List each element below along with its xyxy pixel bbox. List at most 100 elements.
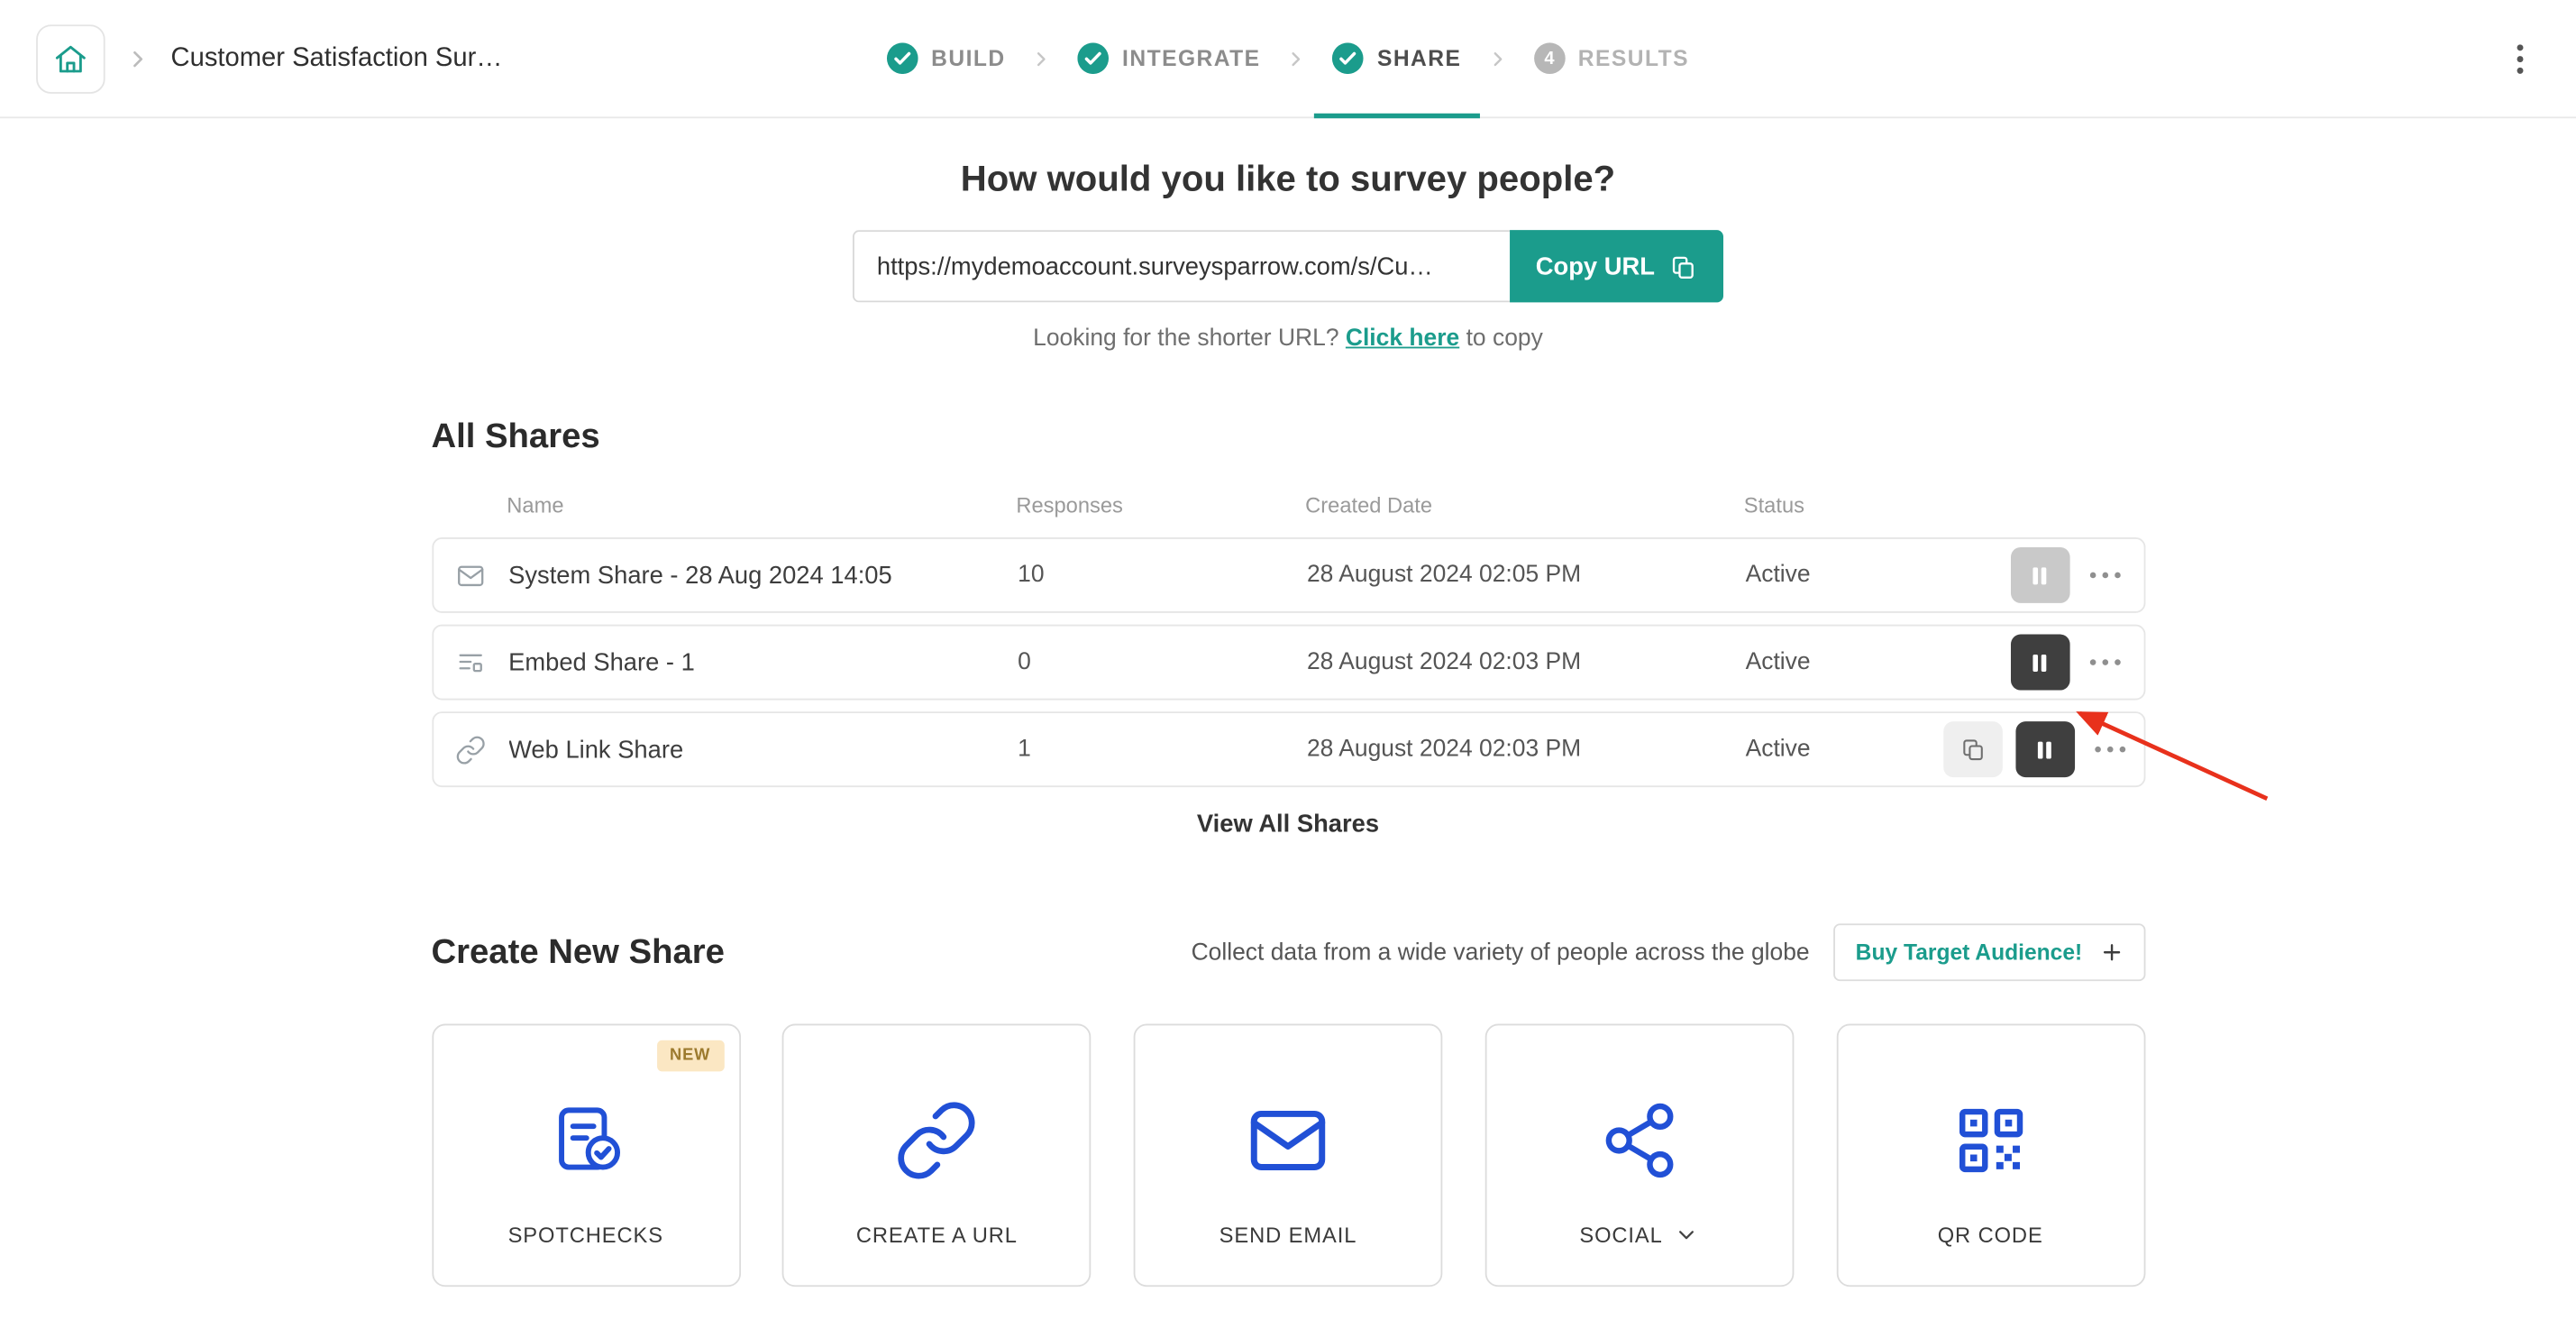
page-title: How would you like to survey people? [431,158,2144,200]
pause-icon [2029,652,2051,674]
share-name: Embed Share - 1 [508,648,1018,676]
card-label-text: SOCIAL [1579,1223,1662,1247]
share-cards: NEW SPOTCHECKS CREATE A URL SEND EMAIL [431,1024,2144,1288]
plus-icon [2098,940,2123,965]
chevron-down-icon[interactable] [1675,1223,1699,1247]
step-results[interactable]: 4 RESULTS [1522,0,1701,116]
buy-target-audience-label: Buy Target Audience! [1856,940,2083,965]
qr-code-icon [1950,1095,2032,1187]
buy-target-audience-button[interactable]: Buy Target Audience! [1834,923,2145,981]
chevron-right-icon [1030,47,1054,70]
table-row-web-link-share: Web Link Share 1 28 August 2024 02:03 PM… [431,711,2144,787]
row-more-options-button[interactable] [2082,649,2126,675]
step-share[interactable]: SHARE [1321,0,1473,116]
new-badge: NEW [656,1040,723,1072]
copy-icon [1669,252,1697,280]
home-button[interactable] [36,23,105,93]
pause-icon [2029,564,2051,586]
step-share-label: SHARE [1377,46,1461,70]
column-status: Status [1744,493,1941,518]
row-more-options-button[interactable] [2082,562,2126,588]
copy-url-button[interactable]: Copy URL [1510,230,1724,302]
copy-share-link-button[interactable] [1942,721,2002,777]
top-header: Customer Satisfaction Sur… BUILD INTEGRA… [0,0,2576,118]
card-label: SEND EMAIL [1219,1223,1357,1247]
shares-table-header: Name Responses Created Date Status [431,493,2144,537]
embed-icon [433,646,508,678]
column-name: Name [507,493,1016,518]
social-share-icon [1598,1095,1680,1187]
column-created-date: Created Date [1305,493,1744,518]
pause-share-button[interactable] [2010,635,2069,691]
share-responses: 10 [1018,562,1307,588]
share-status: Active [1746,562,1943,588]
share-created-date: 28 August 2024 02:03 PM [1307,649,1746,675]
column-responses: Responses [1016,493,1305,518]
share-card-qr-code[interactable]: QR CODE [1836,1024,2145,1288]
more-menu-button[interactable] [2507,33,2533,83]
row-actions [1942,547,2142,603]
stepper: BUILD INTEGRATE SHARE [875,0,1701,116]
copy-icon [1959,737,1986,763]
collect-data-text: Collect data from a wide variety of peop… [1192,939,1810,966]
shorter-url-text: Looking for the shorter URL? Click here … [431,325,2144,352]
step-integrate-label: INTEGRATE [1122,46,1260,70]
breadcrumb-survey-name[interactable]: Customer Satisfaction Sur… [171,43,503,73]
kebab-icon [2517,43,2523,73]
survey-url-input[interactable] [853,230,1510,302]
card-label: SPOTCHECKS [508,1223,663,1247]
email-icon [433,560,508,591]
url-link-icon [894,1095,980,1187]
row-actions [1942,635,2142,691]
step-build[interactable]: BUILD [875,0,1017,116]
chevron-right-icon [1486,47,1510,70]
email-icon [1244,1095,1332,1187]
share-card-spotchecks[interactable]: NEW SPOTCHECKS [431,1024,740,1288]
share-status: Active [1746,737,1943,763]
share-created-date: 28 August 2024 02:03 PM [1307,737,1746,763]
row-actions [1942,721,2148,777]
check-circle-icon [887,42,918,74]
pause-share-button[interactable] [2015,721,2075,777]
shorter-url-suffix: to copy [1466,325,1543,352]
share-name: Web Link Share [508,736,1018,764]
share-card-send-email[interactable]: SEND EMAIL [1134,1024,1443,1288]
spotchecks-icon [543,1095,628,1187]
check-circle-icon [1078,42,1110,74]
share-status: Active [1746,649,1943,675]
pause-icon [2034,738,2056,760]
share-responses: 0 [1018,649,1307,675]
share-card-social[interactable]: SOCIAL [1484,1024,1794,1288]
pause-share-button[interactable] [2010,547,2069,603]
card-label: CREATE A URL [856,1223,1018,1247]
step-build-label: BUILD [931,46,1005,70]
link-icon [433,734,508,765]
share-name: System Share - 28 Aug 2024 14:05 [508,561,1018,589]
shorter-url-prefix: Looking for the shorter URL? [1033,325,1338,352]
share-created-date: 28 August 2024 02:05 PM [1307,562,1746,588]
card-label: SOCIAL [1579,1223,1698,1247]
step-integrate[interactable]: INTEGRATE [1066,0,1272,116]
chevron-right-icon [1285,47,1309,70]
step-number-badge: 4 [1534,42,1566,74]
ellipsis-icon [2094,747,2125,753]
all-shares-heading: All Shares [431,417,2144,457]
row-more-options-button[interactable] [2087,737,2132,763]
main-content: How would you like to survey people? Cop… [431,158,2144,1287]
check-circle-icon [1333,42,1365,74]
copy-url-label: Copy URL [1536,252,1655,280]
create-new-share-header-row: Create New Share Collect data from a wid… [431,923,2144,981]
chevron-right-icon [125,45,151,71]
ellipsis-icon [2089,659,2121,665]
share-url-row: Copy URL [431,230,2144,302]
ellipsis-icon [2089,572,2121,578]
card-label: QR CODE [1938,1223,2043,1247]
share-card-create-url[interactable]: CREATE A URL [782,1024,1092,1288]
create-new-share-heading: Create New Share [431,932,725,972]
table-row-embed-share: Embed Share - 1 0 28 August 2024 02:03 P… [431,625,2144,701]
view-all-shares-link[interactable]: View All Shares [431,811,2144,839]
share-responses: 1 [1018,737,1307,763]
table-row-system-share: System Share - 28 Aug 2024 14:05 10 28 A… [431,537,2144,613]
step-results-label: RESULTS [1578,46,1689,70]
click-here-link[interactable]: Click here [1346,325,1459,352]
